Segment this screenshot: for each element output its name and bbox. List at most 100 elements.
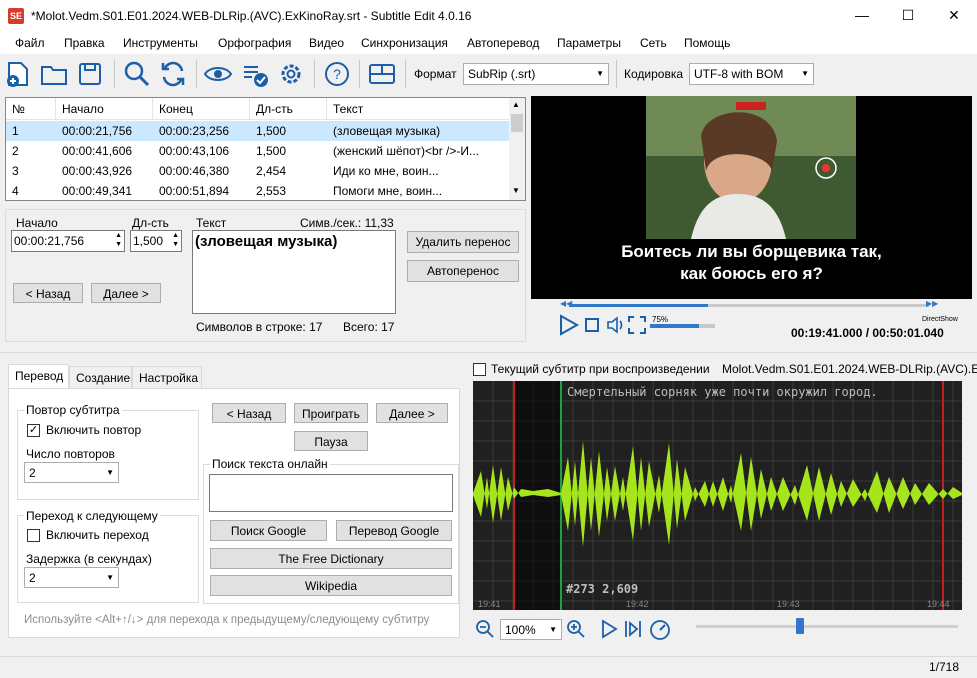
row-end: 00:00:43,106: [159, 144, 230, 158]
menu-help[interactable]: Помощь: [684, 36, 730, 50]
encoding-value: UTF-8 with BOM: [694, 67, 784, 81]
audio-waveform[interactable]: Смертельный сорняк уже почти окружил гор…: [473, 381, 962, 610]
menu-file[interactable]: Файл: [15, 36, 45, 50]
menu-video[interactable]: Видео: [309, 36, 344, 50]
spellcheck-icon[interactable]: [240, 59, 270, 89]
delay-label: Задержка (в секундах): [26, 552, 152, 566]
remove-line-break-button[interactable]: Удалить перенос: [407, 231, 519, 253]
open-folder-icon[interactable]: [39, 59, 69, 89]
col-duration[interactable]: Дл-сть: [250, 98, 327, 120]
translate-prev-button[interactable]: < Назад: [212, 403, 286, 423]
repeat-checkbox[interactable]: ✓: [27, 424, 40, 437]
fast-forward-icon[interactable]: ▶▶: [926, 299, 938, 308]
next-button[interactable]: Далее >: [91, 283, 161, 303]
wikipedia-button[interactable]: Wikipedia: [210, 575, 452, 596]
menu-network[interactable]: Сеть: [640, 36, 667, 50]
encoding-select[interactable]: UTF-8 with BOM ▼: [689, 63, 814, 85]
close-icon[interactable]: ✕: [931, 0, 977, 30]
translate-next-button[interactable]: Далее >: [376, 403, 448, 423]
google-translate-button[interactable]: Перевод Google: [336, 520, 452, 541]
replace-icon[interactable]: [158, 59, 188, 89]
fullscreen-icon[interactable]: [627, 315, 647, 335]
row-end: 00:00:46,380: [159, 164, 230, 178]
row-duration: 2,553: [256, 184, 287, 198]
table-row[interactable]: 1 00:00:21,756 00:00:23,256 1,500 (злове…: [6, 121, 509, 141]
speed-gauge-icon[interactable]: [649, 619, 671, 641]
repeat-count-select[interactable]: 2 ▼: [24, 462, 119, 483]
search-group-title: Поиск текста онлайн: [210, 457, 330, 471]
google-search-button[interactable]: Поиск Google: [210, 520, 327, 541]
prev-button[interactable]: < Назад: [13, 283, 83, 303]
translate-pause-button[interactable]: Пауза: [294, 431, 368, 451]
volume-slider[interactable]: [650, 324, 715, 328]
play-icon[interactable]: [556, 313, 580, 337]
duration-input[interactable]: 1,500 ▲ ▼: [130, 230, 182, 252]
play-selection-icon[interactable]: [623, 619, 643, 639]
layout-icon[interactable]: [367, 59, 397, 89]
table-row[interactable]: 4 00:00:49,341 00:00:51,894 2,553 Помоги…: [6, 181, 509, 201]
zoom-out-icon[interactable]: [475, 619, 495, 639]
save-icon[interactable]: [75, 59, 105, 89]
col-number[interactable]: №: [6, 98, 56, 120]
spinner-arrows-icon[interactable]: ▲ ▼: [115, 231, 122, 249]
repeat-count-label: Число повторов: [26, 447, 115, 461]
video-progress-track[interactable]: [569, 304, 929, 307]
table-row[interactable]: 3 00:00:43,926 00:00:46,380 2,454 Иди ко…: [6, 161, 509, 181]
row-start: 00:00:41,606: [62, 144, 133, 158]
format-value: SubRip (.srt): [468, 67, 536, 81]
start-time-input[interactable]: 00:00:21,756 ▲ ▼: [11, 230, 125, 252]
delay-select[interactable]: 2 ▼: [24, 567, 119, 588]
maximize-icon[interactable]: ☐: [885, 0, 931, 30]
menu-sync[interactable]: Синхронизация: [361, 36, 448, 50]
search-icon[interactable]: [122, 59, 152, 89]
col-start[interactable]: Начало: [56, 98, 153, 120]
volume-icon[interactable]: [605, 315, 625, 335]
menu-spelling[interactable]: Орфография: [218, 36, 291, 50]
subtitle-grid[interactable]: № Начало Конец Дл-сть Текст 1 00:00:21,7…: [5, 97, 526, 201]
translate-play-button[interactable]: Проиграть: [294, 403, 368, 423]
menu-autotranslate[interactable]: Автоперевод: [467, 36, 539, 50]
row-duration: 2,454: [256, 164, 287, 178]
col-text[interactable]: Текст: [327, 98, 509, 120]
table-row[interactable]: 2 00:00:41,606 00:00:43,106 1,500 (женск…: [6, 141, 509, 161]
current-subtitle-checkbox[interactable]: [473, 363, 486, 376]
scroll-thumb[interactable]: [511, 114, 523, 132]
tab-translate[interactable]: Перевод: [8, 364, 69, 388]
search-text-input[interactable]: [209, 474, 453, 512]
help-icon[interactable]: ?: [322, 59, 352, 89]
settings-gear-icon[interactable]: [276, 59, 306, 89]
auto-break-button[interactable]: Автоперенос: [407, 260, 519, 282]
format-select[interactable]: SubRip (.srt) ▼: [463, 63, 609, 85]
grid-header: № Начало Конец Дл-сть Текст: [6, 98, 509, 120]
scroll-up-icon[interactable]: ▲: [512, 100, 520, 109]
col-end[interactable]: Конец: [153, 98, 250, 120]
spinner-arrows-icon[interactable]: ▲ ▼: [172, 231, 179, 249]
next-checkbox[interactable]: [27, 529, 40, 542]
stop-icon[interactable]: [584, 317, 600, 333]
new-file-icon[interactable]: [3, 59, 33, 89]
video-player[interactable]: Боитесь ли вы борщевика так, как боюсь е…: [531, 96, 972, 299]
splitter[interactable]: [0, 352, 977, 353]
subtitle-text-input[interactable]: (зловещая музыка): [192, 230, 396, 314]
menu-edit[interactable]: Правка: [64, 36, 105, 50]
tab-settings[interactable]: Настройка: [132, 366, 202, 388]
free-dictionary-button[interactable]: The Free Dictionary: [210, 548, 452, 569]
visual-sync-eye-icon[interactable]: [203, 59, 233, 89]
slider-thumb[interactable]: [796, 618, 804, 634]
minimize-icon[interactable]: —: [839, 0, 885, 30]
rewind-icon[interactable]: ◀◀: [560, 299, 572, 308]
waveform-play-icon[interactable]: [599, 619, 619, 639]
grid-scrollbar[interactable]: ▲ ▼: [509, 98, 525, 200]
row-duration: 1,500: [256, 124, 287, 138]
time-tick: 19:42: [626, 599, 649, 609]
app-logo-icon: SE: [8, 8, 24, 24]
tab-create[interactable]: Создание: [69, 366, 132, 388]
current-subtitle-label: Текущий субтитр при воспроизведении: [491, 362, 710, 376]
menu-tools[interactable]: Инструменты: [123, 36, 198, 50]
zoom-in-icon[interactable]: [566, 619, 586, 639]
zoom-select[interactable]: 100% ▼: [500, 619, 562, 640]
chevron-down-icon: ▼: [549, 625, 557, 634]
menu-options[interactable]: Параметры: [557, 36, 621, 50]
scroll-down-icon[interactable]: ▼: [512, 186, 520, 195]
waveform-position-slider[interactable]: [696, 625, 958, 628]
